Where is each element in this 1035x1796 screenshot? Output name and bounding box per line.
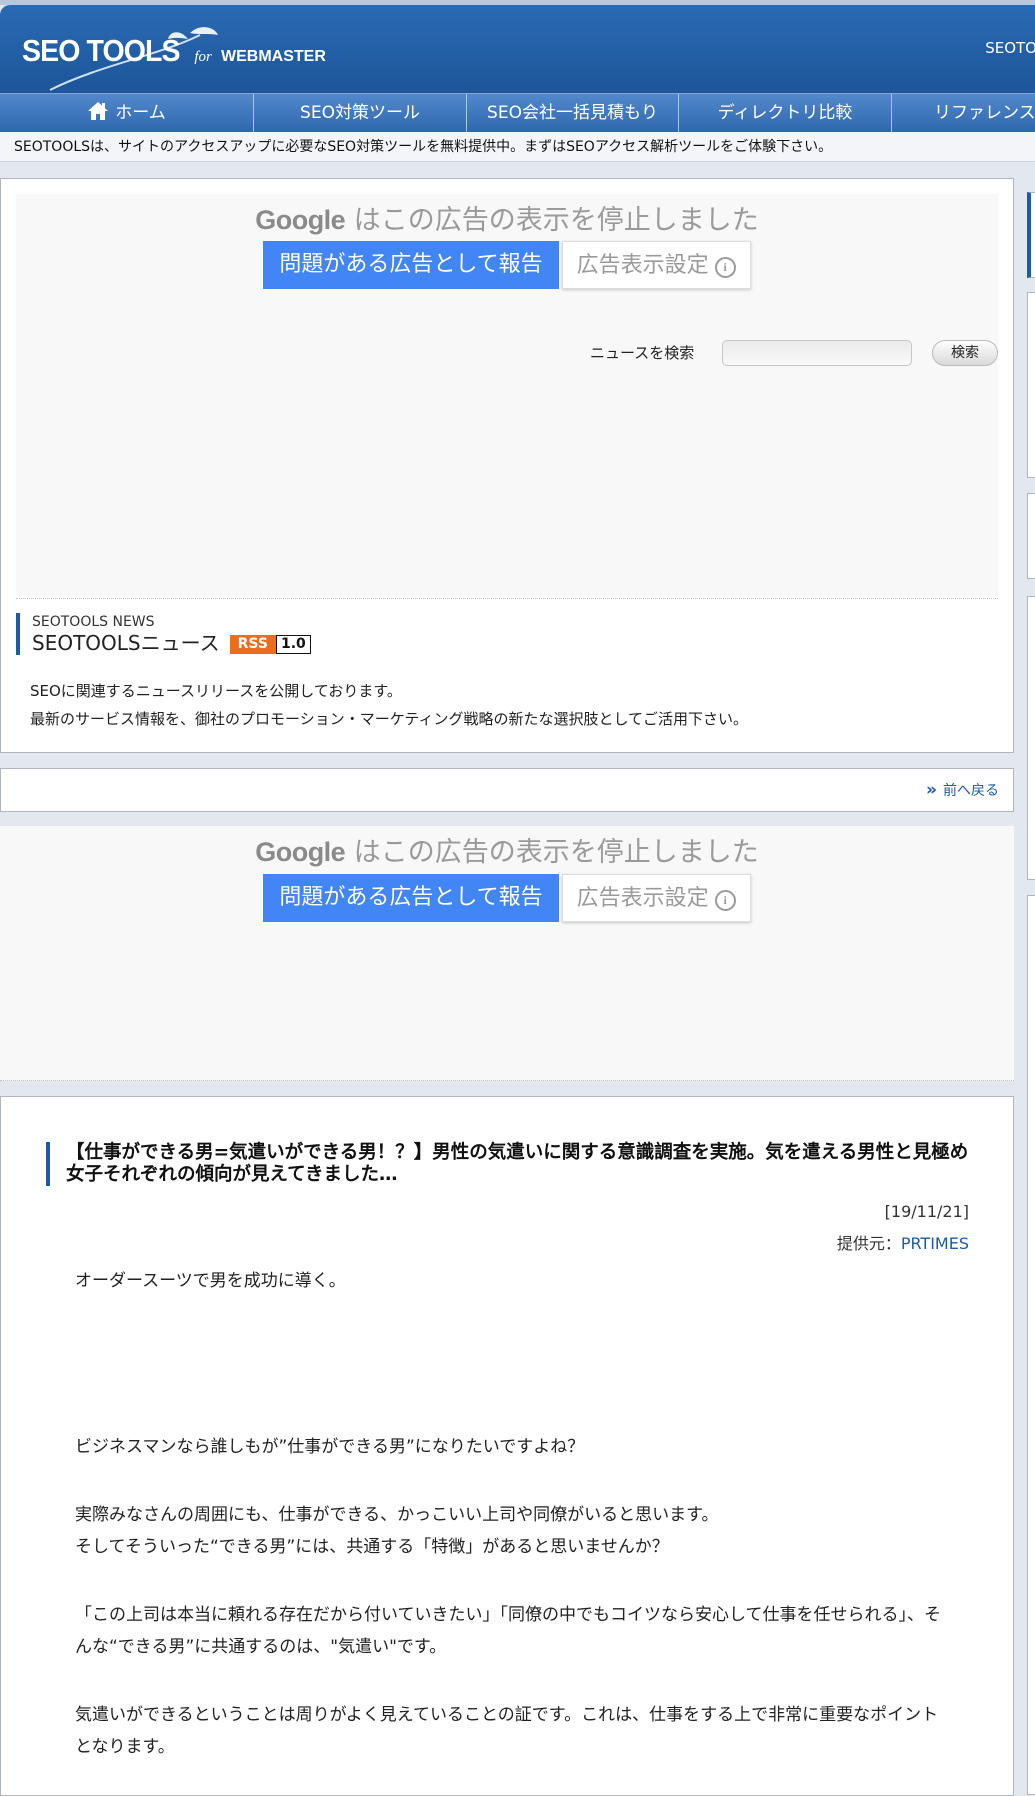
pager-bar: » 前へ戻る: [0, 768, 1014, 812]
article-title: 【仕事ができる男=気遣いができる男！？】男性の気遣いに関する意識調査を実施。気を…: [46, 1142, 976, 1186]
ad-slot-top: Google はこの広告の表示を停止しました 問題がある広告として報告 広告表示設…: [16, 194, 998, 596]
back-link-label: 前へ戻る: [943, 783, 999, 799]
ad-stopped-text: はこの広告の表示を停止しました: [353, 205, 759, 236]
rss-label: RSS: [229, 635, 276, 654]
news-heading-jp-text: SEOTOOLSニュース: [32, 631, 220, 655]
news-description: SEOに関連するニュースリリースを公開しております。 最新のサービス情報を、御社…: [30, 677, 748, 733]
nav-item-label: SEO対策ツール: [300, 103, 420, 123]
nav-item-seo-estimate[interactable]: SEO会社一括見積もり: [467, 94, 679, 132]
nav-item-seo-tools[interactable]: SEO対策ツール: [254, 94, 467, 132]
news-search-button[interactable]: 検索: [932, 340, 998, 366]
header-right-text: SEOTO: [985, 39, 1035, 57]
ad-settings-button[interactable]: 広告表示設定 i: [561, 241, 751, 289]
ad-stopped-text: はこの広告の表示を停止しました: [353, 837, 759, 868]
google-wordmark: Google: [255, 205, 346, 235]
sidebar-stub: [1027, 493, 1035, 579]
ad-buttons: 問題がある広告として報告 広告表示設定 i: [0, 874, 1014, 922]
info-icon: i: [714, 890, 736, 911]
sidebar-stub: [1027, 192, 1035, 278]
article-line: そしてそういった“できる男”には、共通する「特徴」があると思いませんか？: [75, 1537, 669, 1557]
article-panel: 【仕事ができる男=気遣いができる男！？】男性の気遣いに関する意識調査を実施。気を…: [0, 1096, 1014, 1796]
nav-item-reference[interactable]: リファレンス: [892, 94, 1035, 132]
article-source-link[interactable]: PRTIMES: [901, 1234, 969, 1253]
article-source: 提供元：PRTIMES: [837, 1230, 969, 1254]
ad-slot-middle: Google はこの広告の表示を停止しました 問題がある広告として報告 広告表示設…: [0, 826, 1014, 1081]
news-heading-en: SEOTOOLS NEWS: [32, 614, 155, 630]
news-description-line: 最新のサービス情報を、御社のプロモーション・マーケティング戦略の新たな選択肢とし…: [30, 710, 749, 728]
google-wordmark: Google: [255, 837, 346, 867]
site-tagline: SEOTOOLSは、サイトのアクセスアップに必要なSEO対策ツールを無料提供中。…: [0, 132, 1035, 162]
article-paragraph: 気遣いができるということは周りがよく見えていることの証です。これは、仕事をする上…: [75, 1705, 939, 1757]
report-ad-button[interactable]: 問題がある広告として報告: [263, 874, 559, 922]
article-line: 実際みなさんの周囲にも、仕事ができる、かっこいい上司や同僚がいると思います。: [75, 1505, 719, 1525]
ad-settings-label: 広告表示設定: [576, 253, 709, 278]
news-search-input[interactable]: [722, 340, 912, 366]
ad-settings-button[interactable]: 広告表示設定 i: [561, 874, 751, 922]
info-icon: i: [714, 257, 736, 278]
nav-item-label: ディレクトリ比較: [717, 103, 853, 123]
logo-webmaster-text: WEBMASTER: [221, 48, 326, 65]
rss-version: 1.0: [275, 635, 311, 654]
nav-item-home[interactable]: ホーム: [0, 94, 254, 132]
article-paragraph: 「この上司は本当に頼れる存在だから付いていきたい」「同僚の中でもコイツなら安心し…: [75, 1605, 941, 1657]
site-header: SEO TOOLS for WEBMASTER SEOTO: [0, 5, 1035, 93]
rss-badge[interactable]: RSS 1.0: [229, 635, 311, 660]
ad-settings-label: 広告表示設定: [576, 886, 709, 911]
news-heading: SEOTOOLS NEWS SEOTOOLSニュース RSS 1.0: [16, 613, 311, 655]
sidebar-stub: [1027, 292, 1035, 478]
main-nav: ホーム SEO対策ツール SEO会社一括見積もり ディレクトリ比較 リファレンス: [0, 93, 1035, 132]
news-heading-jp: SEOTOOLSニュース RSS 1.0: [32, 631, 311, 660]
nav-item-label: SEO会社一括見積もり: [487, 103, 658, 123]
back-link[interactable]: » 前へ戻る: [926, 780, 999, 800]
report-ad-button[interactable]: 問題がある広告として報告: [263, 241, 559, 289]
news-description-line: SEOに関連するニュースリリースを公開しております。: [30, 682, 402, 700]
sidebar-stub: [1027, 596, 1035, 880]
divider: [16, 598, 998, 599]
logo-main-text: SEO TOOLS: [22, 33, 181, 68]
nav-item-label: ホーム: [115, 103, 166, 123]
double-chevron-icon: »: [926, 780, 937, 800]
article-source-label: 提供元：: [836, 1234, 901, 1253]
article-date: [19/11/21]: [884, 1202, 969, 1221]
ad-stopped-message: Google はこの広告の表示を停止しました: [16, 198, 998, 237]
home-icon: [88, 102, 109, 120]
article-paragraph: ビジネスマンなら誰しもが”仕事ができる男”になりたいですよね？: [75, 1437, 585, 1457]
news-search-label: ニュースを検索: [590, 344, 695, 362]
site-logo[interactable]: SEO TOOLS for WEBMASTER: [22, 33, 326, 69]
nav-item-label: リファレンス: [934, 103, 1035, 123]
nav-item-directory[interactable]: ディレクトリ比較: [679, 94, 892, 132]
article-paragraph: オーダースーツで男を成功に導く。: [75, 1271, 346, 1291]
sidebar-stub: [1027, 895, 1035, 1795]
article-paragraph: 実際みなさんの周囲にも、仕事ができる、かっこいい上司や同僚がいると思います。 そ…: [75, 1499, 955, 1563]
ad-buttons: 問題がある広告として報告 広告表示設定 i: [16, 241, 998, 289]
ad-stopped-message: Google はこの広告の表示を停止しました: [0, 830, 1014, 869]
logo-for-text: for: [194, 49, 212, 65]
